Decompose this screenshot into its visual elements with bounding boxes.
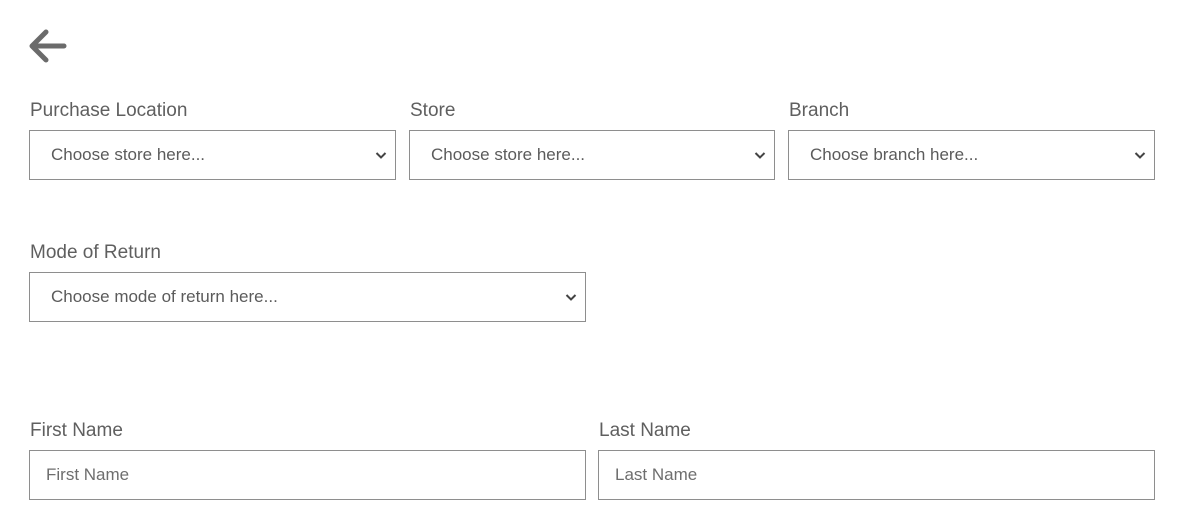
mode-of-return-field: Mode of Return Choose mode of return her…	[29, 242, 586, 322]
chevron-down-icon	[375, 152, 387, 159]
branch-select[interactable]: Choose branch here...	[788, 130, 1155, 180]
store-field: Store Choose store here...	[409, 100, 775, 180]
purchase-location-label: Purchase Location	[30, 100, 188, 121]
purchase-location-field: Purchase Location Choose store here...	[29, 100, 396, 180]
first-name-input[interactable]	[29, 450, 586, 500]
branch-value: Choose branch here...	[810, 145, 979, 164]
first-name-label: First Name	[30, 420, 123, 441]
last-name-input[interactable]	[598, 450, 1155, 500]
store-value: Choose store here...	[431, 145, 586, 164]
last-name-field: Last Name	[598, 420, 1155, 500]
mode-of-return-value: Choose mode of return here...	[51, 287, 278, 306]
chevron-down-icon	[565, 294, 577, 301]
arrow-left-icon	[28, 28, 68, 66]
purchase-location-value: Choose store here...	[51, 145, 206, 164]
mode-of-return-label: Mode of Return	[30, 242, 161, 263]
store-label: Store	[410, 100, 456, 121]
chevron-down-icon	[754, 152, 766, 159]
back-button[interactable]	[28, 28, 68, 66]
first-name-field: First Name	[29, 420, 586, 500]
branch-field: Branch Choose branch here...	[788, 100, 1155, 180]
mode-of-return-select[interactable]: Choose mode of return here...	[29, 272, 586, 322]
store-select[interactable]: Choose store here...	[409, 130, 775, 180]
chevron-down-icon	[1134, 152, 1146, 159]
purchase-location-select[interactable]: Choose store here...	[29, 130, 396, 180]
last-name-label: Last Name	[599, 420, 691, 441]
return-form-page: Purchase Location Choose store here... S…	[0, 0, 1187, 522]
branch-label: Branch	[789, 100, 850, 121]
